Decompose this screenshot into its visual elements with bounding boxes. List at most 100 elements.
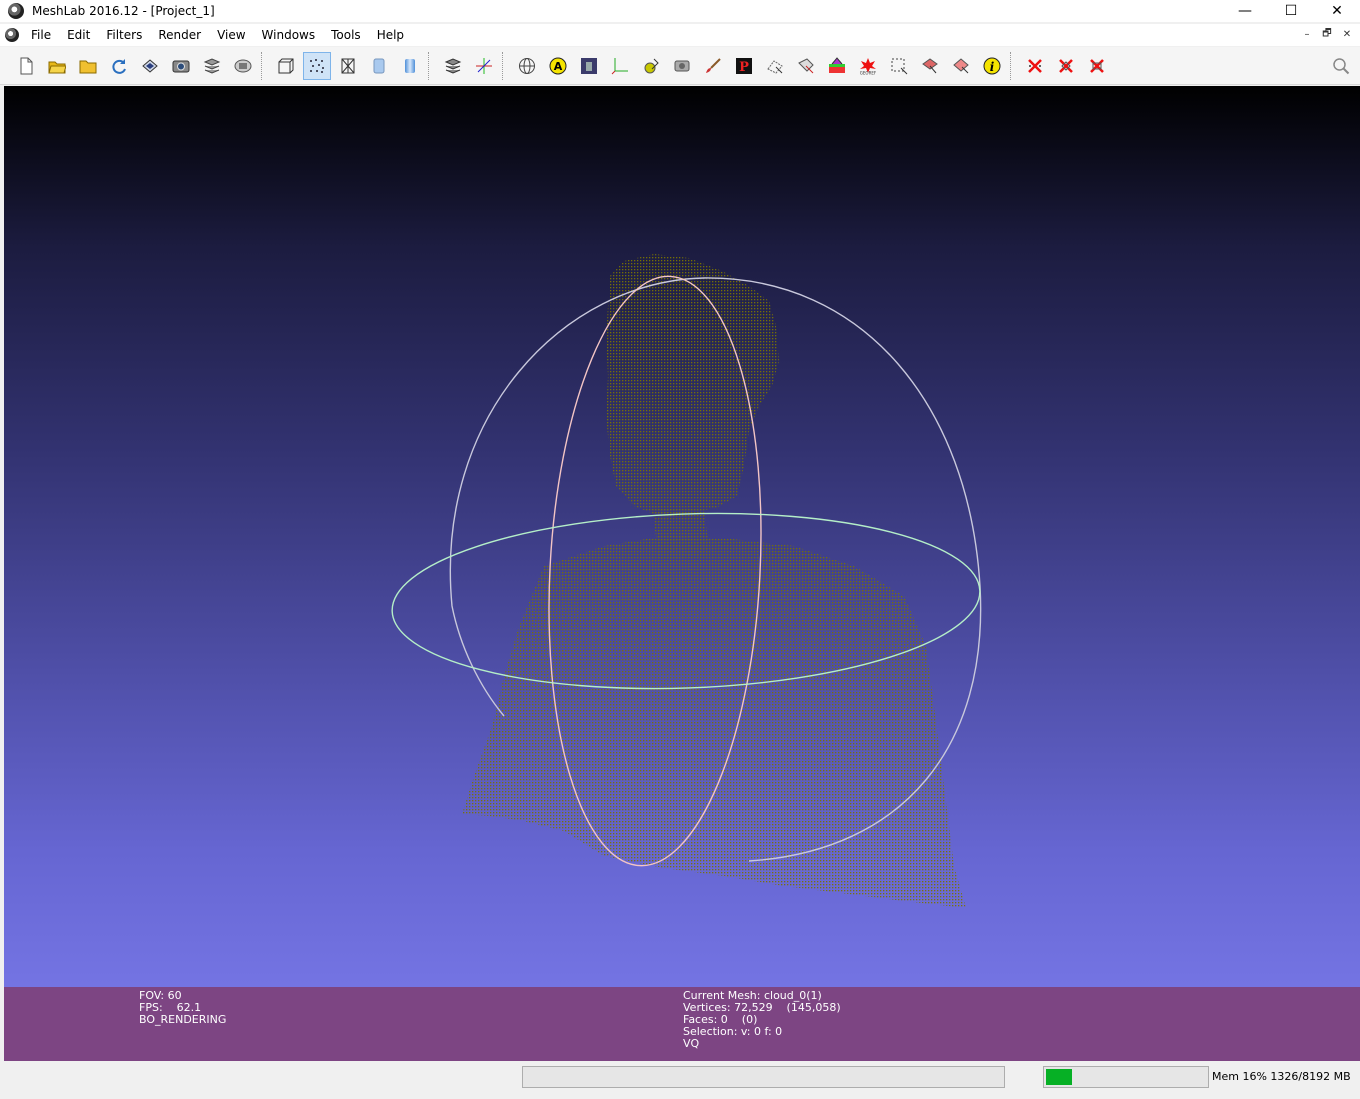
menu-bar: File Edit Filters Render View Windows To… bbox=[0, 24, 1360, 46]
raster-image-icon bbox=[580, 57, 597, 74]
paint-brush-icon bbox=[705, 57, 721, 73]
select-connected-icon bbox=[797, 57, 814, 73]
open-project-button[interactable] bbox=[43, 52, 71, 80]
selection-text: Selection: v: 0 f: 0 bbox=[683, 1025, 783, 1038]
layer-dialog-icon bbox=[444, 57, 461, 74]
select-connected-button[interactable] bbox=[792, 52, 820, 80]
mdi-minimize-button[interactable]: – bbox=[1298, 26, 1316, 42]
delete-selected-icon bbox=[1089, 58, 1104, 73]
render-info: FOV: 60 FPS: 62.1 BO_RENDERING bbox=[139, 990, 226, 1026]
color-fill-icon bbox=[828, 56, 845, 73]
annotation-a-icon: A bbox=[549, 57, 566, 74]
fill-color-button[interactable] bbox=[823, 52, 851, 80]
georef-button[interactable]: GEOREF bbox=[854, 52, 882, 80]
smooth-shading-icon bbox=[404, 58, 415, 73]
layers-button[interactable] bbox=[198, 52, 226, 80]
info-icon: i bbox=[983, 57, 1000, 74]
bounding-box-icon bbox=[278, 58, 293, 73]
mdi-close-button[interactable]: ✕ bbox=[1338, 26, 1356, 42]
select-rect-button[interactable] bbox=[885, 52, 913, 80]
menu-tools[interactable]: Tools bbox=[323, 24, 369, 46]
paint-brush-button[interactable] bbox=[699, 52, 727, 80]
save-disk-icon bbox=[141, 58, 158, 73]
title-bar: MeshLab 2016.12 - [Project_1] — ☐ ✕ bbox=[0, 0, 1360, 22]
select-z-button[interactable] bbox=[916, 52, 944, 80]
axis-icon bbox=[475, 57, 492, 74]
camera-icon bbox=[172, 60, 189, 72]
delete-selected-button[interactable] bbox=[1083, 52, 1111, 80]
reload-button[interactable] bbox=[105, 52, 133, 80]
search-icon bbox=[1333, 58, 1350, 75]
reload-icon bbox=[111, 58, 126, 74]
menu-render[interactable]: Render bbox=[150, 24, 209, 46]
render-smooth-button[interactable] bbox=[396, 52, 424, 80]
delete-faces-icon bbox=[1058, 58, 1073, 73]
render-flat-button[interactable] bbox=[365, 52, 393, 80]
select-vertex-button[interactable] bbox=[761, 52, 789, 80]
menu-edit[interactable]: Edit bbox=[59, 24, 98, 46]
menu-windows[interactable]: Windows bbox=[254, 24, 324, 46]
select-faces-z-icon bbox=[921, 57, 938, 73]
status-bar: Mem 16% 1326/8192 MB bbox=[0, 1063, 1360, 1099]
svg-text:GEOREF: GEOREF bbox=[859, 70, 876, 75]
document-menu-icon[interactable] bbox=[5, 28, 19, 42]
paint-bucket-icon bbox=[644, 58, 659, 73]
delete-vertices-icon bbox=[1027, 58, 1042, 73]
mesh-info: Current Mesh: cloud_0(1) Vertices: 72,52… bbox=[683, 990, 841, 1050]
select-vertex-icon bbox=[766, 59, 783, 74]
wireframe-icon bbox=[341, 58, 354, 73]
raster-button[interactable] bbox=[229, 52, 257, 80]
annotate-tool-button[interactable]: A bbox=[544, 52, 572, 80]
memory-label: Mem 16% 1326/8192 MB bbox=[1212, 1070, 1351, 1083]
minimize-button[interactable]: — bbox=[1222, 0, 1268, 22]
pick-points-p-icon: P bbox=[735, 57, 752, 75]
show-layer-dialog-button[interactable] bbox=[439, 52, 467, 80]
render-wireframe-button[interactable] bbox=[334, 52, 362, 80]
raster-layer-icon bbox=[234, 59, 251, 72]
memory-progress-bar bbox=[1043, 1066, 1209, 1088]
delete-faces-button[interactable] bbox=[1052, 52, 1080, 80]
toolbar-separator bbox=[502, 51, 508, 80]
menu-filters[interactable]: Filters bbox=[98, 24, 150, 46]
delete-vertices-button[interactable] bbox=[1021, 52, 1049, 80]
window-title: MeshLab 2016.12 - [Project_1] bbox=[32, 4, 215, 18]
flat-shading-icon bbox=[373, 58, 384, 73]
close-button[interactable]: ✕ bbox=[1314, 0, 1360, 22]
select-poly-button[interactable] bbox=[947, 52, 975, 80]
raster-tool-button[interactable] bbox=[575, 52, 603, 80]
svg-text:A: A bbox=[553, 60, 562, 73]
3d-viewport[interactable] bbox=[4, 86, 1360, 987]
render-mode-text: BO_RENDERING bbox=[139, 1013, 227, 1026]
mdi-restore-button[interactable]: 🗗 bbox=[1318, 26, 1336, 42]
main-toolbar: A P GEOREF i bbox=[0, 47, 1360, 85]
export-mesh-button[interactable] bbox=[136, 52, 164, 80]
align-tool-button[interactable] bbox=[513, 52, 541, 80]
render-points-button[interactable] bbox=[302, 51, 331, 80]
open-mesh-button[interactable] bbox=[74, 52, 102, 80]
menu-help[interactable]: Help bbox=[369, 24, 412, 46]
menu-view[interactable]: View bbox=[209, 24, 253, 46]
scene-canvas[interactable] bbox=[4, 86, 1360, 987]
snapshot-button[interactable] bbox=[167, 52, 195, 80]
show-axis-button[interactable] bbox=[470, 52, 498, 80]
pick-points-button[interactable]: P bbox=[730, 52, 758, 80]
search-button[interactable] bbox=[1328, 52, 1354, 80]
open-folder-icon bbox=[47, 61, 66, 73]
select-polygon-icon bbox=[952, 57, 969, 73]
info-button[interactable]: i bbox=[978, 52, 1006, 80]
camera-tool-button[interactable] bbox=[668, 52, 696, 80]
maximize-button[interactable]: ☐ bbox=[1268, 0, 1314, 22]
paint-select-button[interactable] bbox=[637, 52, 665, 80]
menu-file[interactable]: File bbox=[23, 24, 59, 46]
manipulator-tool-button[interactable] bbox=[606, 52, 634, 80]
svg-text:P: P bbox=[739, 60, 749, 75]
new-project-button[interactable] bbox=[12, 52, 40, 80]
memory-progress-fill bbox=[1046, 1069, 1072, 1085]
manipulator-axes-icon bbox=[611, 57, 628, 74]
align-globe-icon bbox=[518, 57, 535, 74]
svg-text:i: i bbox=[989, 60, 994, 74]
render-bbox-button[interactable] bbox=[272, 52, 300, 80]
info-panel: FOV: 60 FPS: 62.1 BO_RENDERING Current M… bbox=[4, 987, 1360, 1061]
meshlab-logo-icon bbox=[8, 3, 24, 19]
select-rectangle-icon bbox=[891, 58, 907, 74]
